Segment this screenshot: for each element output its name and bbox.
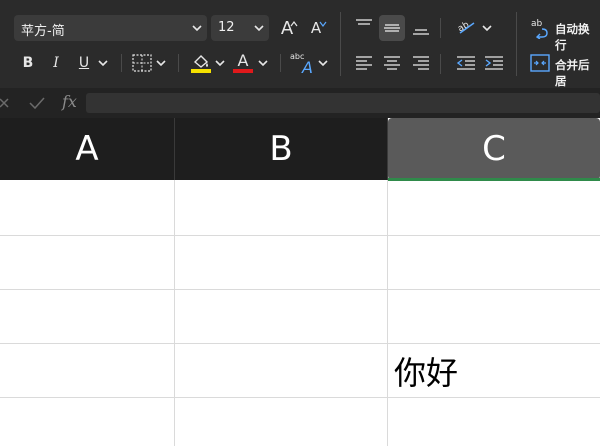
- chevron-down-icon: [192, 25, 202, 32]
- font-name-dropdown[interactable]: 苹方-简: [14, 15, 207, 41]
- font-color-label: A: [237, 50, 249, 70]
- font-color-swatch: [233, 69, 253, 73]
- chevron-down-icon: [254, 25, 264, 32]
- increase-indent-icon[interactable]: [484, 55, 504, 71]
- fill-color-icon[interactable]: [190, 52, 212, 74]
- fx-label[interactable]: fx: [62, 92, 77, 111]
- align-center-icon[interactable]: [383, 55, 401, 71]
- chevron-down-icon[interactable]: [215, 59, 225, 67]
- column-header-label: A: [75, 129, 99, 169]
- italic-label: I: [53, 55, 59, 71]
- wrap-text-button[interactable]: ab 自动换行: [530, 16, 600, 52]
- chevron-down-icon[interactable]: [98, 59, 108, 67]
- column-gridline: [387, 180, 388, 446]
- merge-center-label: 合并后居: [555, 58, 590, 88]
- align-left-icon[interactable]: [355, 55, 373, 71]
- underline-button[interactable]: U: [72, 52, 96, 74]
- underline-label: U: [78, 55, 90, 71]
- decrease-indent-icon[interactable]: [456, 55, 476, 71]
- check-icon[interactable]: [29, 96, 45, 110]
- italic-button[interactable]: I: [44, 52, 68, 74]
- cell-c4[interactable]: 你好: [394, 348, 458, 394]
- font-name-value: 苹方-简: [21, 24, 65, 39]
- column-gridline: [174, 180, 175, 446]
- column-header-label: B: [269, 129, 293, 169]
- text-orientation-icon[interactable]: ab: [456, 17, 478, 37]
- row-gridline: [0, 343, 600, 344]
- shrink-font-button[interactable]: A: [303, 14, 329, 42]
- row-gridline: [0, 289, 600, 290]
- cancel-icon[interactable]: [0, 97, 10, 109]
- align-middle-button[interactable]: [379, 15, 405, 41]
- column-header-c[interactable]: C: [388, 118, 600, 180]
- ribbon: 苹方-简 12 A A B I U A abc A ab ab 自动换行 合并后…: [0, 0, 600, 88]
- merge-center-button[interactable]: 合并后居: [530, 52, 600, 88]
- text-effects-button[interactable]: abc A: [290, 52, 318, 77]
- formula-input[interactable]: [86, 93, 600, 113]
- divider: [440, 54, 441, 74]
- wrap-text-label: 自动换行: [555, 22, 590, 52]
- font-size-dropdown[interactable]: 12: [211, 15, 269, 41]
- divider: [280, 54, 281, 72]
- svg-text:ab: ab: [531, 19, 543, 29]
- wrap-text-icon: ab: [531, 19, 548, 39]
- font-color-button[interactable]: A: [232, 50, 254, 70]
- column-header-label: C: [482, 129, 506, 169]
- font-size-value: 12: [218, 20, 235, 35]
- divider: [340, 12, 341, 76]
- chevron-down-icon[interactable]: [258, 59, 268, 67]
- bold-button[interactable]: B: [16, 52, 40, 74]
- borders-icon[interactable]: [132, 54, 152, 72]
- align-middle-icon: [384, 24, 400, 32]
- chevron-down-icon[interactable]: [482, 24, 492, 32]
- row-gridline: [0, 397, 600, 398]
- divider: [178, 54, 179, 72]
- grow-font-button[interactable]: A: [274, 14, 300, 42]
- align-top-icon[interactable]: [355, 18, 373, 34]
- caret-down-icon: [319, 21, 327, 27]
- divider: [121, 54, 122, 72]
- caret-up-icon: [290, 21, 298, 27]
- column-header-b[interactable]: B: [175, 118, 387, 180]
- align-bottom-icon[interactable]: [412, 20, 430, 36]
- chevron-down-icon[interactable]: [156, 59, 166, 67]
- merge-cells-icon: [530, 54, 550, 72]
- abc-a-glyph: A: [302, 58, 313, 77]
- row-gridline: [0, 235, 600, 236]
- bold-label: B: [22, 55, 34, 71]
- chevron-down-icon[interactable]: [318, 59, 328, 67]
- divider: [516, 12, 517, 76]
- divider: [440, 18, 441, 38]
- selected-column-indicator: [388, 178, 600, 181]
- align-right-icon[interactable]: [412, 55, 430, 71]
- column-header-a[interactable]: A: [0, 118, 174, 180]
